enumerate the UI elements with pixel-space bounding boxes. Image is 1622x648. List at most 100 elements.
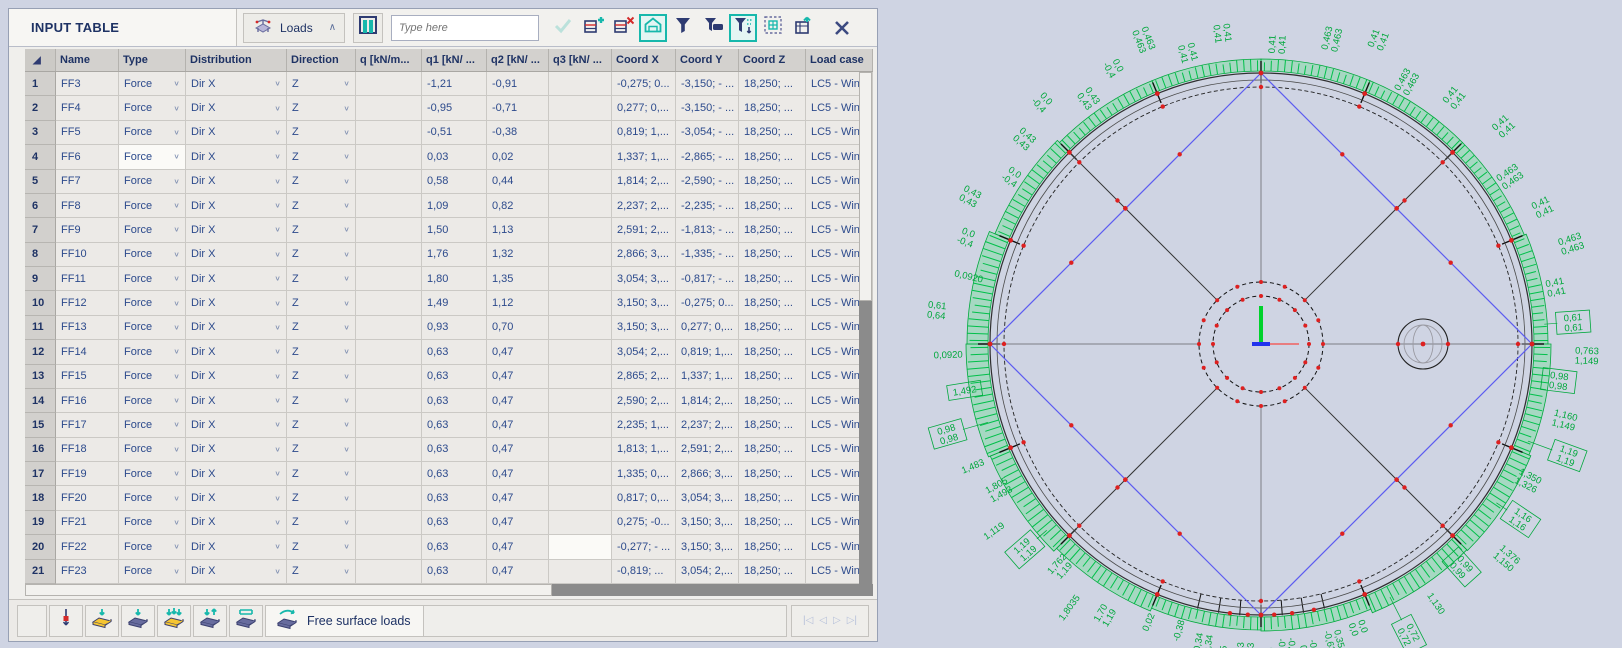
cell-q2[interactable]: 0,02 — [487, 145, 549, 170]
cell-cx[interactable]: -0,275; 0... — [612, 72, 676, 97]
cell-dir[interactable]: Z ∨ — [287, 96, 356, 121]
column-header-q3-kn-[interactable]: q3 [kN/ ... — [549, 49, 612, 71]
cell-type[interactable]: Force ∨ — [119, 413, 186, 438]
page-nav-0[interactable]: |◁ — [803, 615, 813, 626]
row-number[interactable]: 10 — [25, 291, 56, 316]
row-number[interactable]: 20 — [25, 535, 56, 560]
cell-q1[interactable]: 0,63 — [422, 340, 487, 365]
cell-cy[interactable]: -2,590; - ... — [676, 169, 739, 194]
chevron-down-icon[interactable]: ∨ — [274, 201, 281, 210]
cell-q2[interactable]: 0,47 — [487, 413, 549, 438]
cell-name[interactable]: FF9 — [56, 218, 119, 243]
row-number[interactable]: 6 — [25, 193, 56, 219]
cell-q[interactable] — [356, 120, 422, 146]
cell-cy[interactable]: -3,150; - ... — [676, 72, 739, 97]
cell-type[interactable]: Force ∨ — [119, 437, 186, 462]
cell-dir[interactable]: Z ∨ — [287, 413, 356, 438]
chevron-down-icon[interactable]: ∨ — [173, 299, 180, 308]
cell-cx[interactable]: 2,235; 1,... — [612, 413, 676, 438]
cell-cx[interactable]: 2,590; 2,... — [612, 388, 676, 414]
column-header-coord-y[interactable]: Coord Y — [676, 49, 739, 71]
cell-q[interactable] — [356, 510, 422, 536]
cell-cy[interactable]: 3,054; 3,... — [676, 486, 739, 511]
cell-dir[interactable]: Z ∨ — [287, 388, 356, 414]
chevron-down-icon[interactable]: ∨ — [274, 396, 281, 405]
row-number[interactable]: 8 — [25, 242, 56, 267]
cell-cy[interactable]: 3,054; 2,... — [676, 559, 739, 584]
cell-dist[interactable]: Dir X ∨ — [186, 413, 287, 438]
category-selector[interactable]: Loads ∧ — [243, 12, 346, 43]
cell-name[interactable]: FF4 — [56, 96, 119, 121]
chevron-down-icon[interactable]: ∨ — [173, 226, 180, 235]
chevron-down-icon[interactable]: ∨ — [343, 104, 350, 113]
chevron-down-icon[interactable]: ∨ — [274, 542, 281, 551]
cell-cz[interactable]: 18,250; ... — [739, 193, 806, 219]
chevron-down-icon[interactable]: ∨ — [173, 323, 180, 332]
cell-dir[interactable]: Z ∨ — [287, 120, 356, 146]
cell-q3[interactable] — [549, 267, 612, 292]
select-all-corner[interactable]: ◢ — [25, 49, 56, 71]
cell-q3[interactable] — [549, 364, 612, 389]
cell-cy[interactable]: -2,235; - ... — [676, 193, 739, 219]
cell-type[interactable]: Force ∨ — [119, 535, 186, 560]
tab-free-surface-loads[interactable]: Free surface loads — [265, 604, 424, 637]
cell-dir[interactable]: Z ∨ — [287, 535, 356, 560]
cell-cx[interactable]: 1,337; 1,... — [612, 145, 676, 170]
cell-dist[interactable]: Dir X ∨ — [186, 486, 287, 511]
chevron-down-icon[interactable]: ∨ — [343, 518, 350, 527]
chevron-down-icon[interactable]: ∨ — [274, 494, 281, 503]
cell-name[interactable]: FF14 — [56, 340, 119, 365]
chevron-down-icon[interactable]: ∨ — [343, 469, 350, 478]
cell-dir[interactable]: Z ∨ — [287, 364, 356, 389]
cell-type[interactable]: Force ∨ — [119, 315, 186, 341]
cell-cz[interactable]: 18,250; ... — [739, 145, 806, 170]
cell-q2[interactable]: 0,47 — [487, 462, 549, 487]
chevron-down-icon[interactable]: ∨ — [343, 347, 350, 356]
cell-name[interactable]: FF5 — [56, 120, 119, 146]
cell-q[interactable] — [356, 437, 422, 462]
cell-cy[interactable]: -0,275; 0... — [676, 291, 739, 316]
cell-q1[interactable]: 1,50 — [422, 218, 487, 243]
cell-q3[interactable] — [549, 413, 612, 438]
chevron-down-icon[interactable]: ∨ — [343, 250, 350, 259]
cell-cy[interactable]: 1,337; 1,... — [676, 364, 739, 389]
cell-dist[interactable]: Dir X ∨ — [186, 72, 287, 97]
chevron-down-icon[interactable]: ∨ — [274, 79, 281, 88]
chevron-down-icon[interactable]: ∨ — [274, 177, 281, 186]
cell-q1[interactable]: 0,63 — [422, 559, 487, 584]
chevron-down-icon[interactable]: ∨ — [173, 177, 180, 186]
chevron-down-icon[interactable]: ∨ — [343, 372, 350, 381]
cell-q2[interactable]: 0,47 — [487, 388, 549, 414]
filter-button[interactable] — [669, 14, 697, 42]
cell-cx[interactable]: 0,275; -0... — [612, 510, 676, 536]
chevron-down-icon[interactable]: ∨ — [343, 323, 350, 332]
cell-q2[interactable]: 0,82 — [487, 193, 549, 219]
chevron-down-icon[interactable]: ∨ — [274, 250, 281, 259]
cell-q[interactable] — [356, 413, 422, 438]
horizontal-scrollbar-thumb[interactable] — [25, 584, 552, 596]
chevron-down-icon[interactable]: ∨ — [343, 542, 350, 551]
cell-q1[interactable]: 0,63 — [422, 486, 487, 511]
chevron-down-icon[interactable]: ∨ — [274, 226, 281, 235]
cell-dist[interactable]: Dir X ∨ — [186, 169, 287, 194]
cell-cz[interactable]: 18,250; ... — [739, 388, 806, 414]
cell-cz[interactable]: 18,250; ... — [739, 169, 806, 194]
cell-cz[interactable]: 18,250; ... — [739, 242, 806, 267]
cell-name[interactable]: FF11 — [56, 267, 119, 292]
cell-name[interactable]: FF23 — [56, 559, 119, 584]
chevron-down-icon[interactable]: ∨ — [274, 518, 281, 527]
row-number[interactable]: 7 — [25, 218, 56, 243]
cell-dist[interactable]: Dir X ∨ — [186, 242, 287, 267]
row-number[interactable]: 21 — [25, 559, 56, 584]
cell-q1[interactable]: -1,21 — [422, 72, 487, 97]
table-selection-button[interactable] — [759, 14, 787, 42]
chevron-down-icon[interactable]: ∨ — [173, 79, 180, 88]
cell-dir[interactable]: Z ∨ — [287, 315, 356, 341]
cell-q1[interactable]: 0,03 — [422, 145, 487, 170]
cell-q1[interactable]: -0,95 — [422, 96, 487, 121]
chevron-down-icon[interactable]: ∨ — [173, 104, 180, 113]
chevron-down-icon[interactable]: ∨ — [343, 201, 350, 210]
cell-cy[interactable]: 2,237; 2,... — [676, 413, 739, 438]
cell-dir[interactable]: Z ∨ — [287, 340, 356, 365]
cell-cx[interactable]: 2,237; 2,... — [612, 193, 676, 219]
